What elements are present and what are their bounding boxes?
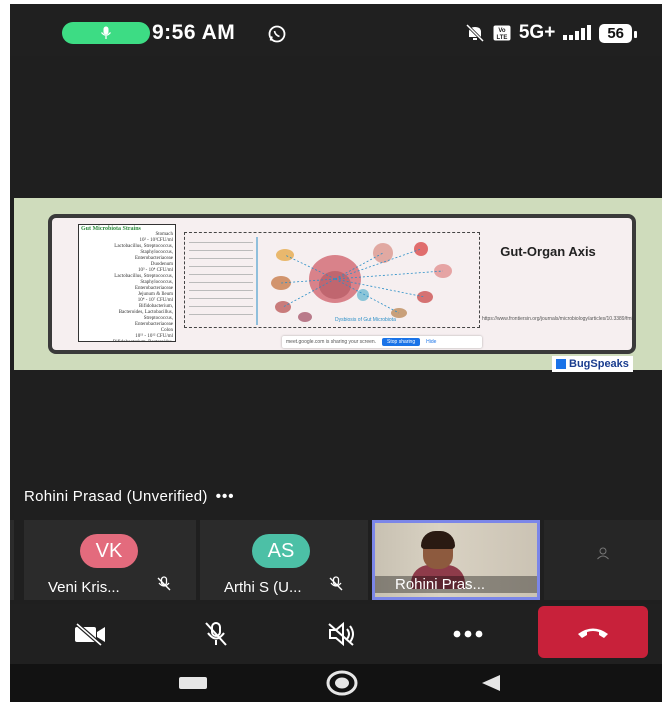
avatar: VK: [80, 534, 138, 568]
stop-sharing-button[interactable]: Stop sharing: [382, 338, 421, 346]
share-bar-text: meet.google.com is sharing your screen.: [286, 339, 377, 345]
hide-link[interactable]: Hide: [426, 339, 436, 345]
more-icon: [453, 630, 483, 638]
end-call-button[interactable]: [538, 606, 648, 658]
camera-toggle-button[interactable]: [62, 612, 118, 656]
system-nav-bar: [10, 664, 662, 702]
mute-notifications-icon: [465, 24, 484, 42]
camera-off-icon: [75, 622, 105, 646]
network-type: 5G+: [518, 22, 556, 43]
svg-text:Vo: Vo: [498, 28, 506, 34]
whatsapp-icon: [268, 25, 286, 43]
participant-strip: VK Veni Kris... AS Arthi S (U... Rohini …: [10, 516, 662, 602]
participant-tile-as[interactable]: AS Arthi S (U...: [200, 520, 368, 600]
participant-tile-vk[interactable]: VK Veni Kris...: [24, 520, 196, 600]
slide-title: Gut-Organ Axis: [500, 244, 596, 259]
battery-indicator: 56: [599, 23, 637, 43]
avatar: AS: [252, 534, 310, 568]
home-icon[interactable]: [326, 669, 358, 697]
status-bar: 9:56 AM Vo LTE 5G+ 56: [10, 4, 662, 56]
screen-share-bar: meet.google.com is sharing your screen. …: [282, 336, 482, 348]
watermark-text: BugSpeaks: [569, 358, 629, 370]
mic-off-icon: [205, 622, 227, 646]
mic-icon: [100, 26, 112, 39]
volte-icon: Vo LTE: [493, 25, 511, 41]
recents-icon[interactable]: [178, 676, 208, 690]
mic-toggle-button[interactable]: [188, 612, 244, 656]
signal-icon: [563, 25, 592, 40]
bugspeaks-logo-icon: [556, 359, 566, 369]
phone-screen: 9:56 AM Vo LTE 5G+ 56 Gut Microbiota Str…: [10, 4, 662, 702]
presenter-more-button[interactable]: •••: [216, 488, 235, 505]
gut-organ-diagram: Dysbiosis of Gut Microbiota: [184, 232, 480, 328]
participant-name: Rohini Pras...: [375, 576, 537, 593]
more-options-button[interactable]: [440, 612, 496, 656]
presenter-name: Rohini Prasad (Unverified): [24, 488, 208, 505]
mic-off-icon: [157, 576, 171, 591]
shared-screen: Gut Microbiota Strains Stomach 10² - 10³C…: [14, 198, 662, 372]
person-icon: [597, 547, 609, 560]
microbiota-strains-box: Gut Microbiota Strains Stomach 10² - 10³C…: [78, 224, 176, 342]
strain-line: Bifidobacterium, Bacteroides,: [81, 340, 173, 341]
speaker-toggle-button[interactable]: [314, 612, 370, 656]
slide-source-url: https://www.frontiersin.org/journals/mic…: [482, 316, 632, 322]
speaker-off-icon: [328, 621, 354, 647]
clock: 9:56 AM: [152, 21, 236, 44]
back-icon[interactable]: [480, 674, 502, 692]
participant-tile-hidden[interactable]: [544, 520, 662, 600]
mic-active-pill[interactable]: [62, 22, 150, 44]
participant-tile-active-speaker[interactable]: Rohini Pras...: [372, 520, 540, 600]
bugspeaks-watermark: BugSpeaks: [552, 356, 633, 372]
strains-list: Stomach 10² - 10³CFU/ml Lactobacillus, Str…: [81, 232, 173, 341]
end-call-icon: [578, 628, 608, 638]
svg-text:LTE: LTE: [496, 35, 507, 41]
call-controls: [10, 604, 662, 664]
presentation-slide: Gut Microbiota Strains Stomach 10² - 10³C…: [48, 214, 636, 354]
mic-off-icon: [329, 576, 343, 591]
organ-illustration: [256, 237, 452, 325]
diagram-caption: Dysbiosis of Gut Microbiota: [335, 317, 396, 323]
presenter-label: Rohini Prasad (Unverified) •••: [24, 488, 234, 505]
participant-tile-partial[interactable]: [10, 520, 14, 600]
